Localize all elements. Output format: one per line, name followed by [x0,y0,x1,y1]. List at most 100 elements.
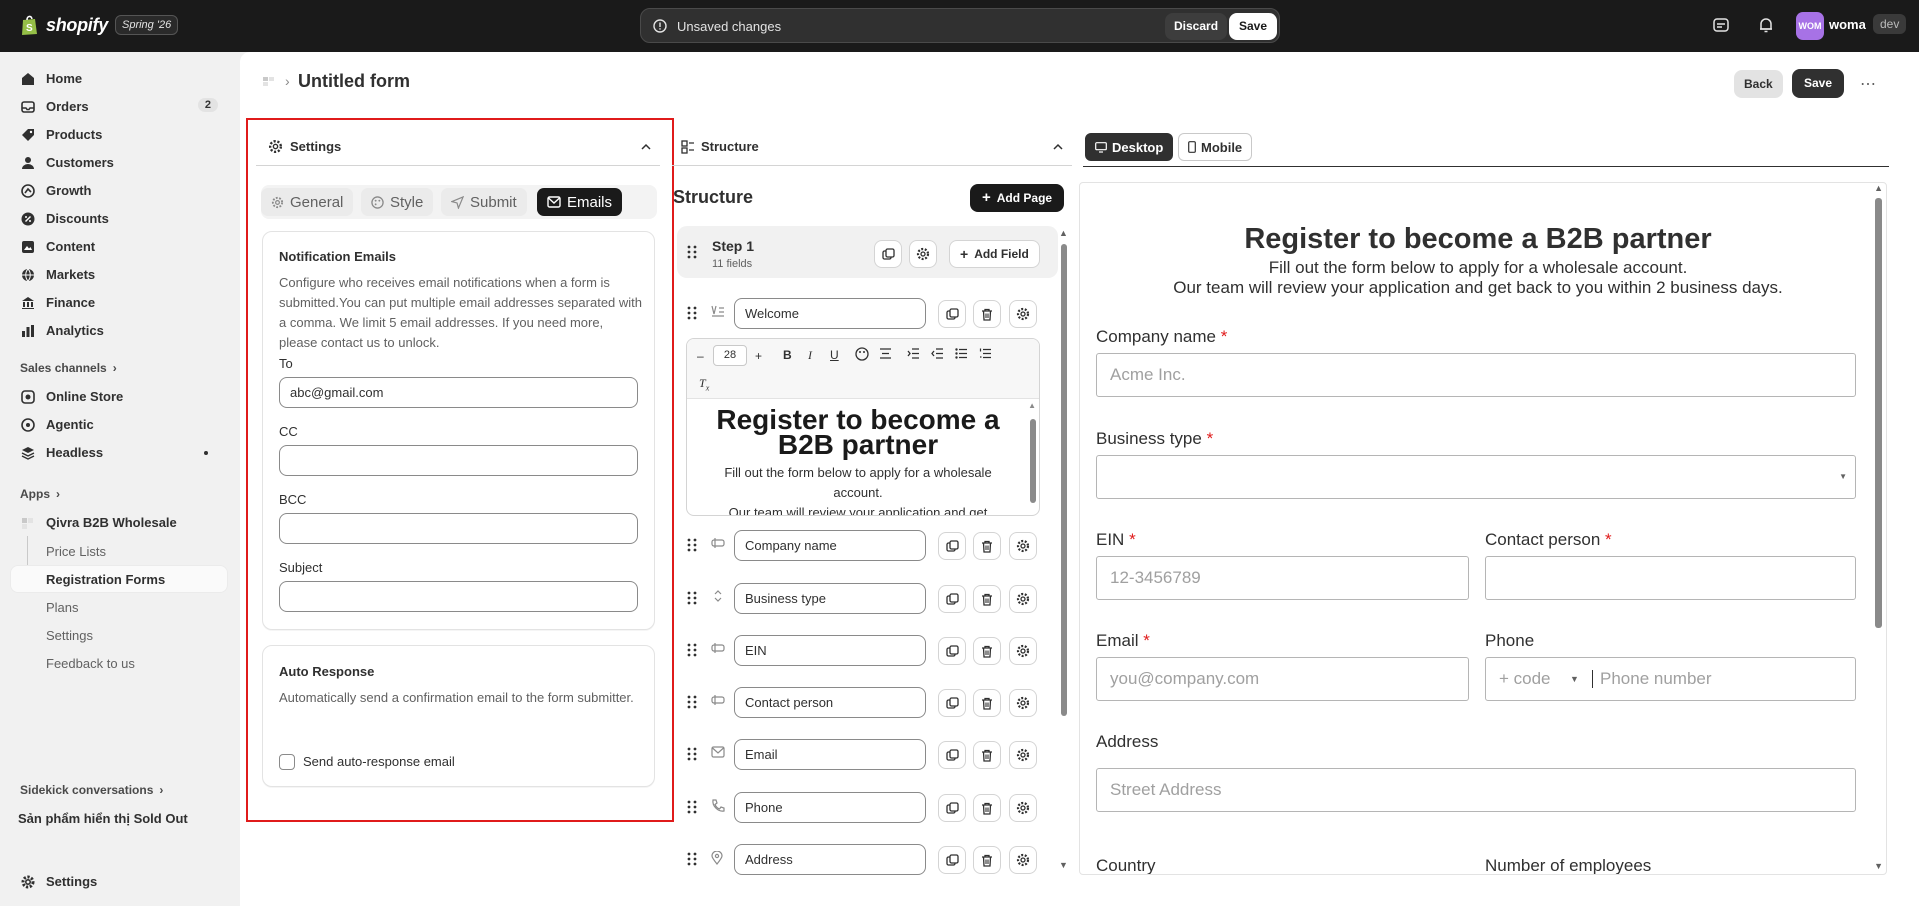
outdent-icon[interactable] [931,348,944,359]
field-settings-button[interactable] [1009,741,1037,769]
drag-handle-icon[interactable] [687,591,697,605]
email-input[interactable]: you@company.com [1096,657,1469,701]
rich-text-editor[interactable]: – 28 + B I U Tx Register to become a B2B… [686,338,1040,516]
settings-panel-header[interactable]: Settings [256,132,660,166]
phone-number-input[interactable]: Phone number [1600,658,1712,700]
company-name-input[interactable]: Acme Inc. [1096,353,1856,397]
decrease-font-icon[interactable]: – [697,349,704,363]
cc-email-input[interactable] [279,445,638,476]
field-label-input[interactable]: Phone [734,792,926,823]
delete-field-button[interactable] [973,300,1001,328]
scroll-down-arrow-icon[interactable]: ▼ [1874,861,1883,871]
sidebar-item-home[interactable]: Home [10,65,228,92]
more-actions-icon[interactable]: ⋯ [1860,74,1877,94]
field-label-input[interactable]: Email [734,739,926,770]
chevron-up-icon[interactable] [640,141,652,153]
structure-panel-header[interactable]: Structure [672,132,1072,166]
delete-field-button[interactable] [973,689,1001,717]
field-label-input[interactable]: Address [734,844,926,875]
sidebar-item-settings[interactable]: Settings [10,868,228,895]
chevron-up-icon[interactable] [1052,141,1064,153]
field-row[interactable]: Contact person [677,685,1047,719]
duplicate-field-button[interactable] [938,689,966,717]
delete-field-button[interactable] [973,585,1001,613]
drag-handle-icon[interactable] [687,852,697,866]
delete-field-button[interactable] [973,794,1001,822]
drag-handle-icon[interactable] [687,306,697,320]
step-settings-button[interactable] [909,240,937,268]
ein-input[interactable]: 12-3456789 [1096,556,1469,600]
field-row[interactable]: Email [677,737,1047,771]
italic-icon[interactable]: I [808,348,812,363]
field-label-input[interactable]: EIN [734,635,926,666]
field-settings-button[interactable] [1009,300,1037,328]
editor-content[interactable]: Register to become a B2B partner Fill ou… [687,400,1029,516]
scroll-up-arrow-icon[interactable]: ▲ [1059,228,1068,238]
duplicate-field-button[interactable] [938,300,966,328]
field-label-input[interactable]: Business type [734,583,926,614]
to-email-input[interactable]: abc@gmail.com [279,377,638,408]
sidebar-item-customers[interactable]: Customers [10,149,228,176]
bell-icon[interactable] [1757,16,1775,34]
sidebar-item-finance[interactable]: Finance [10,289,228,316]
tab-emails[interactable]: Emails [537,188,623,216]
store-badge[interactable]: dev [1873,14,1907,34]
user-name[interactable]: woma [1829,17,1866,32]
bullet-list-icon[interactable] [955,348,968,359]
field-settings-button[interactable] [1009,689,1037,717]
field-label-input[interactable]: Welcome [734,298,926,329]
auto-response-checkbox[interactable] [279,754,295,770]
sidebar-subitem-feedback[interactable]: Feedback to us [46,656,135,671]
drag-handle-icon[interactable] [687,245,697,259]
bcc-email-input[interactable] [279,513,638,544]
tab-submit[interactable]: Submit [441,188,527,216]
sidebar-item-analytics[interactable]: Analytics [10,317,228,344]
font-size-input[interactable]: 28 [713,345,747,366]
color-palette-icon[interactable] [855,347,869,361]
sidebar-item-orders[interactable]: Orders 2 [10,93,228,120]
field-settings-button[interactable] [1009,846,1037,874]
phone-code-select[interactable]: + code [1499,658,1551,700]
duplicate-field-button[interactable] [938,532,966,560]
delete-field-button[interactable] [973,637,1001,665]
duplicate-field-button[interactable] [938,637,966,665]
field-settings-button[interactable] [1009,532,1037,560]
field-row[interactable]: EIN [677,633,1047,667]
delete-field-button[interactable] [973,532,1001,560]
avatar[interactable]: WOM [1796,12,1824,40]
sidekick-conversation-item[interactable]: Sản phẩm hiển thị Sold Out [18,811,188,826]
sidebar-item-headless[interactable]: Headless [10,439,228,466]
sidebar-item-discounts[interactable]: Discounts [10,205,228,232]
sidebar-item-content[interactable]: Content [10,233,228,260]
increase-font-icon[interactable]: + [755,349,762,363]
field-settings-button[interactable] [1009,794,1037,822]
field-row[interactable]: Welcome [677,296,1047,330]
scroll-up-arrow-icon[interactable]: ▲ [1874,183,1883,193]
save-button[interactable]: Save [1792,69,1845,98]
duplicate-field-button[interactable] [938,585,966,613]
preview-scrollbar[interactable] [1875,198,1882,628]
scroll-up-arrow-icon[interactable]: ▲ [1028,401,1036,410]
add-field-button[interactable]: + Add Field [949,240,1040,268]
business-type-select[interactable]: ▼ [1096,455,1856,499]
duplicate-field-button[interactable] [938,846,966,874]
field-row[interactable]: Company name [677,528,1047,562]
sidekick-conversations-section[interactable]: Sidekick conversations › [20,783,163,797]
duplicate-step-button[interactable] [874,240,902,268]
field-row[interactable]: Address [677,842,1047,876]
sidebar-item-products[interactable]: Products [10,121,228,148]
address-input[interactable]: Street Address [1096,768,1856,812]
auto-response-checkbox-label[interactable]: Send auto-response email [303,754,455,769]
drag-handle-icon[interactable] [687,747,697,761]
sidebar-subitem-settings[interactable]: Settings [46,628,93,643]
delete-field-button[interactable] [973,846,1001,874]
align-center-icon[interactable] [879,348,892,359]
sales-channels-section[interactable]: Sales channels › [20,361,117,375]
contact-person-input[interactable] [1485,556,1856,600]
field-label-input[interactable]: Company name [734,530,926,561]
clear-format-icon[interactable]: Tx [699,376,709,392]
tab-style[interactable]: Style [361,188,434,216]
indent-icon[interactable] [907,348,920,359]
discard-button[interactable]: Discard [1165,13,1228,40]
underline-icon[interactable]: U [830,348,839,362]
